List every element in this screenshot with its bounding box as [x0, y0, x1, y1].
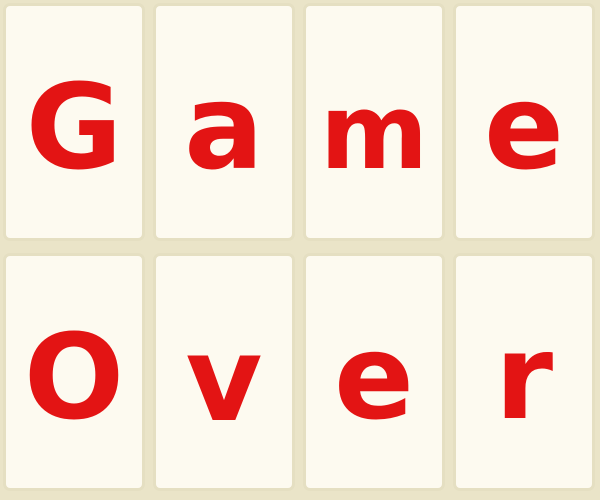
tile-letter-graphic: O	[24, 308, 124, 446]
letter-tile-m[interactable]: m	[303, 3, 445, 241]
tile-letter-graphic: e	[484, 58, 564, 196]
tile-letter: m	[320, 71, 428, 193]
tile-letter-graphic: r	[495, 308, 553, 446]
letter-tile-r[interactable]: r	[453, 253, 595, 491]
letter-tile-e[interactable]: e	[453, 3, 595, 241]
tile-letter: r	[495, 308, 553, 446]
tile-letter-graphic: v	[186, 310, 263, 448]
tile-letter: e	[484, 58, 564, 196]
tile-letter-graphic: a	[184, 58, 264, 196]
letter-tile-e[interactable]: e	[303, 253, 445, 491]
letter-tile-O[interactable]: O	[3, 253, 145, 491]
tile-letter: a	[184, 58, 264, 196]
tile-letter-graphic: e	[334, 308, 414, 446]
letter-tile-G[interactable]: G	[3, 3, 145, 241]
tile-letter: O	[24, 308, 124, 446]
letter-tile-v[interactable]: v	[153, 253, 295, 491]
letter-tile-a[interactable]: a	[153, 3, 295, 241]
tile-letter: G	[26, 58, 123, 196]
tile-letter-graphic: m	[320, 71, 428, 193]
game-board: G a m e O v e r	[0, 0, 600, 500]
tile-letter-graphic: G	[26, 58, 123, 196]
tile-letter: e	[334, 308, 414, 446]
tile-letter: v	[186, 310, 263, 448]
